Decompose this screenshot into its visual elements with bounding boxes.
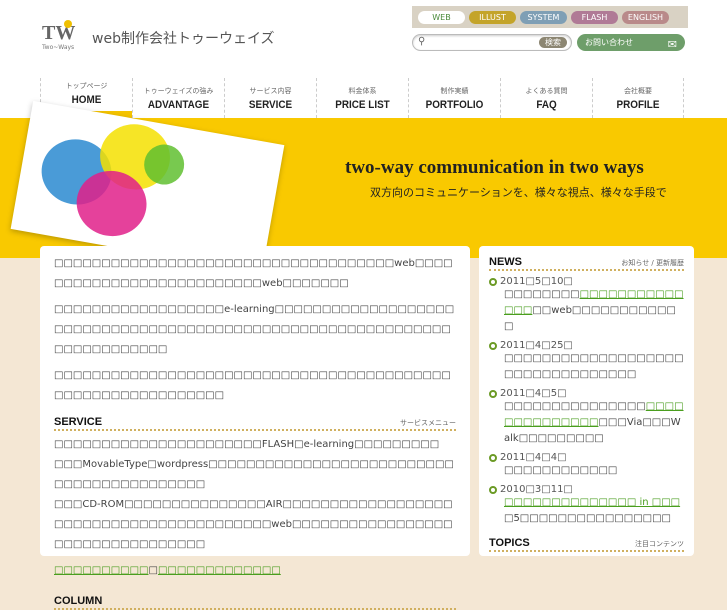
topics-title: TOPICS	[489, 537, 530, 549]
nav-jp: 料金体系	[348, 87, 377, 95]
service-link[interactable]: □□□□□□□□□□□□□	[158, 565, 281, 576]
service-title: SERVICE	[54, 416, 103, 428]
nav-advantage[interactable]: トゥーウェイズの強み ADVANTAGE	[132, 78, 224, 118]
category-illust[interactable]: ILLUST	[469, 10, 516, 24]
nav-jp: 会社概要	[624, 87, 652, 95]
nav-en: PORTFOLIO	[425, 99, 484, 111]
service-subtitle: サービスメニュー	[400, 419, 456, 427]
news-date-text: 2011□4□5□	[500, 388, 567, 399]
news-text-pre: □□□□□□□□□□□□□□□□□□□□□□□□□□□□□□□□□	[504, 353, 684, 380]
news-date-text: 2011□4□4□	[500, 452, 567, 463]
intro-paragraph: □□□□□□□□□□□□□□□□□□e-learning□□□□□□□□□□□□…	[54, 304, 455, 355]
nav-en: FAQ	[536, 99, 557, 111]
contact-button[interactable]: お問い合わせ ✉	[577, 34, 685, 51]
news-text: □□□□□□□□□□□□□□□□□□□□□□□□□□□□□□□□Via□□□Wa…	[489, 399, 684, 447]
news-title: NEWS	[489, 256, 522, 268]
news-subtitle: お知らせ / 更新履歴	[621, 259, 684, 267]
news-list: 2011□5□10□ □□□□□□□□□□□□□□□□□□□□□□□□web□□…	[489, 276, 684, 527]
news-item: 2011□4□4□ □□□□□□□□□□□□	[489, 452, 684, 479]
category-bar: WEB ILLUST SYSTEM FLASH ENGLISH	[412, 6, 688, 28]
bullet-icon	[489, 389, 497, 398]
bird-mail-icon: ✉	[667, 38, 677, 51]
topics-subtitle: 注目コンテンツ	[635, 540, 684, 548]
bullet-icon	[489, 277, 497, 286]
news-date: 2011□4□25□	[489, 340, 684, 351]
nav-price-list[interactable]: 料金体系 PRICE LIST	[316, 78, 408, 118]
news-text: □□□□□□□□□□□□	[489, 463, 684, 479]
tagline-jp: 双方向のコミュニケーションを、様々な視点、様々な手段で	[370, 186, 667, 199]
nav-en: PROFILE	[616, 99, 660, 111]
category-english[interactable]: ENGLISH	[622, 10, 669, 24]
news-heading: NEWS お知らせ / 更新履歴	[489, 256, 684, 271]
search-button[interactable]: 検索	[539, 37, 567, 48]
news-item: 2010□3□11□ □□□□□□□□□□□□□□ in □□□ □5□□□□□□…	[489, 484, 684, 527]
main-content: □□□□□□□□□□□□□□□□□□□□□□□□□□□□□□□□□□□□web□…	[40, 246, 470, 610]
bullet-icon	[489, 485, 497, 494]
nav-jp: サービス内容	[249, 87, 292, 95]
news-text-post: □5□□□□□□□□□□□□□□□□	[504, 513, 671, 524]
intro-paragraph: □□□□□□□□□□□□□□□□□□□□□□□□□□□□□□□□□□□□web□…	[54, 258, 453, 289]
link-separator: □	[148, 565, 158, 576]
category-web[interactable]: WEB	[418, 10, 465, 24]
news-date-text: 2010□3□11□	[500, 484, 573, 495]
nav-en: ADVANTAGE	[147, 99, 210, 111]
main-nav: トップページ HOME トゥーウェイズの強み ADVANTAGE サービス内容 SER…	[40, 78, 684, 118]
service-line: □□□MovableType□wordpress□□□□□□□□□□□□□□□□…	[54, 459, 454, 490]
site-name: web制作会社トゥーウェイズ	[92, 31, 275, 47]
nav-profile[interactable]: 会社概要 PROFILE	[592, 78, 684, 118]
news-item: 2011□4□5□ □□□□□□□□□□□□□□□□□□□□□□□□□□□□□□…	[489, 388, 684, 447]
nav-en: PRICE LIST	[335, 99, 390, 111]
news-date: 2010□3□11□	[489, 484, 684, 495]
contact-label: お問い合わせ	[585, 38, 633, 47]
intro-paragraph: □□□□□□□□□□□□□□□□□□□□□□□□□□□□□□□□□□□□□□□□…	[54, 370, 451, 401]
nav-service[interactable]: サービス内容 SERVICE	[224, 78, 316, 118]
bullet-icon	[489, 341, 497, 350]
logo-mark: TW Two~Ways	[42, 20, 84, 54]
news-text-pre: □□□□□□□□□□□□	[504, 465, 618, 476]
news-date-text: 2011□4□25□	[500, 340, 573, 351]
logo-sub: Two~Ways	[42, 44, 75, 51]
news-item: 2011□4□25□ □□□□□□□□□□□□□□□□□□□□□□□□□□□□□…	[489, 340, 684, 383]
search-icon: ⚲	[418, 36, 426, 47]
logo[interactable]: TW Two~Ways web制作会社トゥーウェイズ	[42, 20, 275, 54]
news-date: 2011□4□4□	[489, 452, 684, 463]
category-system[interactable]: SYSTEM	[520, 10, 567, 24]
search-input[interactable]	[431, 36, 531, 49]
service-heading: SERVICE サービスメニュー	[54, 416, 456, 431]
service-link[interactable]: □□□□□□□□□□	[54, 565, 148, 576]
tagline: two-way communication in two ways	[345, 157, 644, 178]
news-date: 2011□5□10□	[489, 276, 684, 287]
nav-jp: トップページ	[65, 82, 108, 90]
service-list: □□□□□□□□□□□□□□□□□□□□□□FLASH□e-learning□□…	[54, 435, 456, 581]
news-text: □□□□□□□□□□□□□□□□□□□□□□□□□□□□□□□□□	[489, 351, 684, 383]
nav-jp: よくある質問	[525, 87, 568, 95]
news-text: □□□□□□□□□□□□□□□□□□□□□□□□web□□□□□□□□□□□□	[489, 287, 684, 335]
column-heading: COLUMN	[54, 595, 456, 610]
service-line: □□□CD-ROM□□□□□□□□□□□□□□□AIR□□□□□□□□□□□□□…	[54, 499, 453, 550]
header: TW Two~Ways web制作会社トゥーウェイズ WEB ILLUST SYS…	[0, 0, 727, 118]
sidebar: NEWS お知らせ / 更新履歴 2011□5□10□ □□□□□□□□□□□□□…	[479, 246, 694, 556]
bullet-icon	[489, 453, 497, 462]
news-text-pre: □□□□□□□□□□□□□□□	[504, 401, 646, 412]
nav-en: SERVICE	[248, 99, 293, 111]
news-text: □□□□□□□□□□□□□□ in □□□ □5□□□□□□□□□□□□□□□□	[489, 495, 684, 527]
nav-jp: 制作実績	[440, 87, 469, 95]
nav-portfolio[interactable]: 制作実績 PORTFOLIO	[408, 78, 500, 118]
news-date-text: 2011□5□10□	[500, 276, 573, 287]
news-item: 2011□5□10□ □□□□□□□□□□□□□□□□□□□□□□□□web□□…	[489, 276, 684, 335]
category-flash[interactable]: FLASH	[571, 10, 618, 24]
search-box: ⚲ 検索	[412, 34, 572, 51]
news-text-pre: □□□□□□□□	[504, 289, 580, 300]
news-link[interactable]: □□□□□□□□□□□□□□ in □□□	[504, 497, 680, 508]
column-title: COLUMN	[54, 595, 103, 607]
service-line: □□□□□□□□□□□□□□□□□□□□□□FLASH□e-learning□□…	[54, 439, 440, 450]
nav-faq[interactable]: よくある質問 FAQ	[500, 78, 592, 118]
nav-jp: トゥーウェイズの強み	[143, 87, 214, 95]
news-date: 2011□4□5□	[489, 388, 684, 399]
